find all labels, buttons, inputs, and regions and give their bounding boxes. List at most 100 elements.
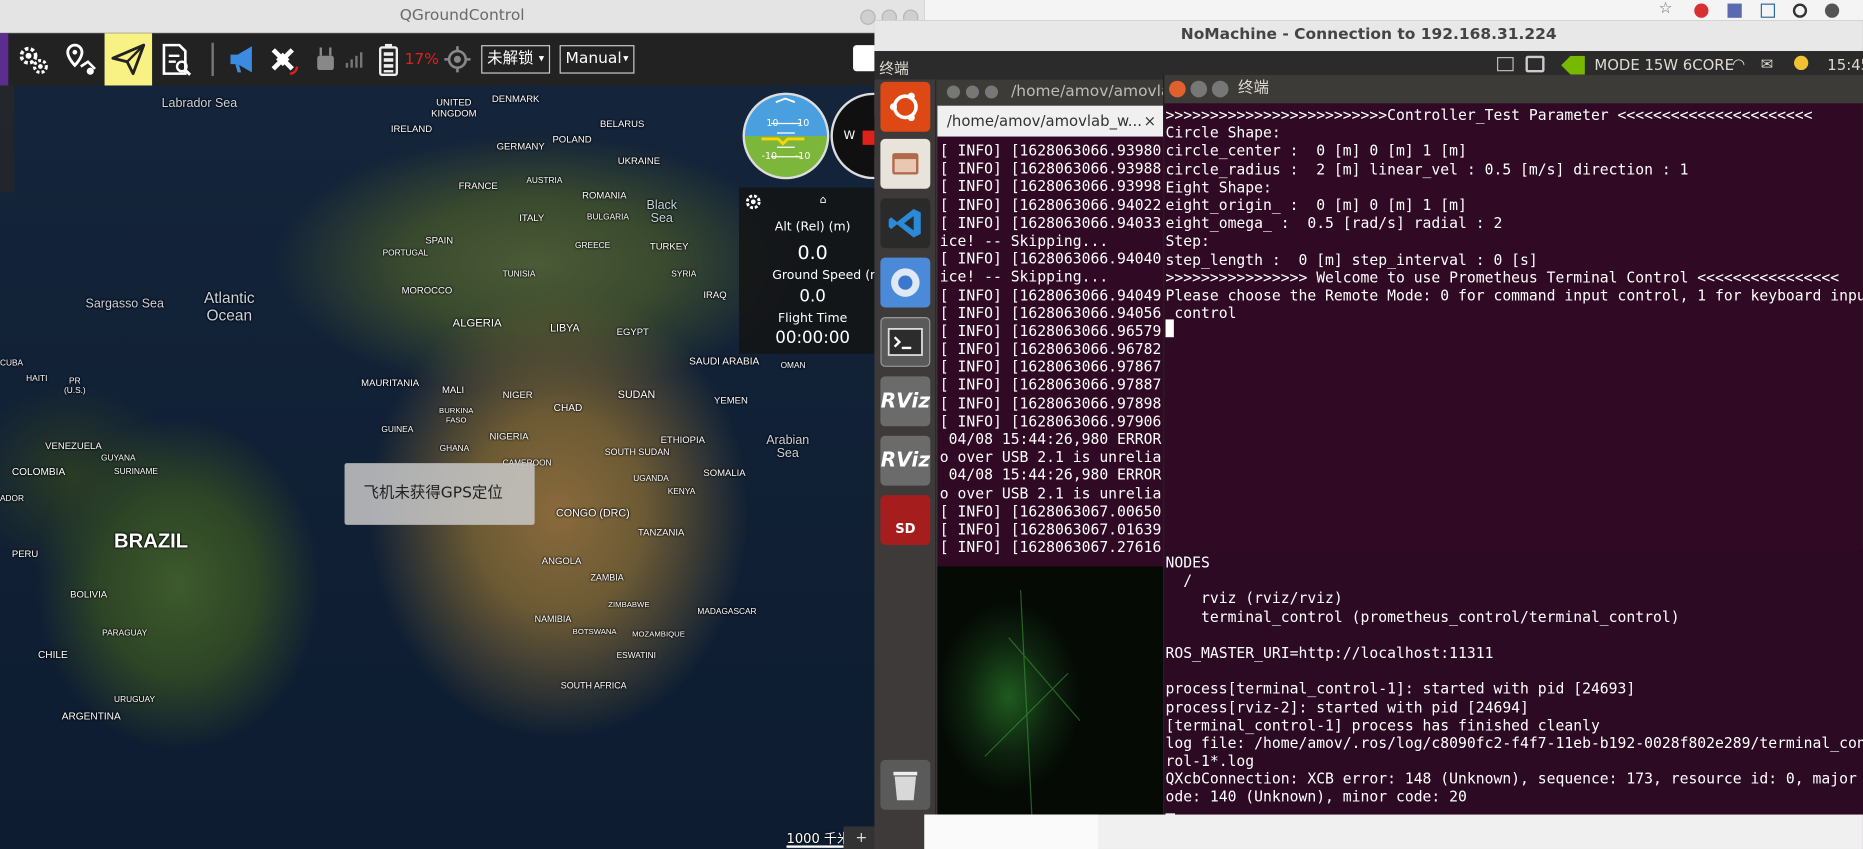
ubuntu-launcher: RViz RViz SD — [874, 79, 937, 849]
battery-icon[interactable] — [375, 33, 401, 85]
terminal-1-tab[interactable]: /home/amov/amovlab_w... × — [937, 105, 1164, 137]
adblock-icon[interactable] — [1694, 3, 1709, 18]
terminal-line: [ INFO] [1628063066.97887 — [939, 375, 1162, 394]
terminal-line: 04/08 15:44:26,980 ERROR — [939, 465, 1162, 484]
analyze-icon[interactable] — [154, 33, 197, 85]
compass-w-label: W — [843, 129, 856, 143]
map-label: ADOR — [0, 495, 25, 504]
files-icon[interactable] — [880, 138, 931, 189]
terminal-line: 04/08 15:44:26,980 ERROR — [939, 429, 1162, 448]
map-left-panel[interactable] — [0, 85, 15, 193]
map-label: PORTUGAL — [382, 249, 429, 258]
toolbar-separator — [211, 42, 214, 76]
nvidia-icon[interactable] — [1561, 55, 1585, 75]
gps-satellite-icon[interactable] — [264, 33, 302, 85]
maximize-button[interactable] — [1211, 80, 1229, 98]
map-label: GUYANA — [100, 454, 136, 464]
terminal-1-output: [ INFO] [1628063066.93980 [ INFO] [162806… — [940, 141, 1163, 580]
background-panel — [924, 814, 1098, 849]
map-label: UNITED KINGDOM — [431, 97, 477, 119]
rviz-view[interactable] — [937, 566, 1164, 849]
terminal-line: [ INFO] [1628063066.93980 — [939, 141, 1162, 160]
map-label: NIGERIA — [489, 431, 529, 442]
vscode-icon[interactable] — [880, 198, 931, 249]
extension-icon[interactable] — [1824, 3, 1840, 18]
pitch-label-bottom: -10 — [761, 150, 778, 162]
extension-icon[interactable] — [1727, 3, 1742, 18]
map-label: IRELAND — [390, 123, 433, 135]
terminal-2-lower-pane[interactable]: NODES / rviz (rviz/rviz) terminal_contro… — [1164, 549, 1863, 849]
chromium-icon[interactable] — [880, 257, 931, 308]
plan-waypoint-icon[interactable] — [57, 33, 105, 85]
map-label: CHILE — [38, 648, 68, 661]
rtk-crosshair-icon[interactable] — [441, 33, 474, 85]
maximize-button[interactable] — [984, 85, 999, 99]
fly-view-icon[interactable] — [104, 33, 153, 86]
map-label: SURINAME — [114, 467, 158, 477]
battery-percent: 17% — [404, 50, 439, 69]
terminal-line: log file: /home/amov/.ros/log/c8090fc2-f… — [1165, 733, 1863, 752]
rviz-icon[interactable]: RViz — [880, 435, 931, 486]
mail-icon[interactable]: ✉ — [1761, 55, 1773, 73]
close-button[interactable] — [946, 85, 960, 99]
messages-megaphone-icon[interactable] — [223, 33, 263, 85]
minimize-button[interactable] — [860, 9, 876, 25]
terminal-line: QXcbConnection: XCB error: 148 (Unknown)… — [1165, 769, 1857, 788]
terminal-line: [ INFO] [1628063066.97898 — [939, 393, 1162, 412]
map-label: Atlantic Ocean — [203, 288, 255, 325]
map-label: TURKEY — [649, 241, 689, 252]
terminal-line: [ INFO] [1628063066.94033 — [939, 213, 1162, 232]
terminal-window-1[interactable]: /home/amov/amovlab /home/amov/amovlab_w.… — [937, 79, 1180, 849]
extension-icon[interactable] — [1792, 3, 1808, 18]
flight-mode-dropdown[interactable]: Manual ▾ — [559, 45, 635, 74]
map-label: MOZAMBIQUE — [632, 630, 685, 639]
sd-card-icon[interactable]: SD — [880, 495, 931, 546]
terminal-line: [ INFO] [1628063066.94040 — [939, 249, 1162, 268]
terminal-1-tab-label: /home/amov/amovlab_w... — [946, 111, 1142, 130]
chevron-down-icon: ▾ — [623, 53, 629, 66]
map-label: KENYA — [667, 488, 696, 497]
ubuntu-dash-icon[interactable] — [880, 81, 931, 132]
clock[interactable]: 15:45 — [1827, 56, 1863, 74]
map-label: GHANA — [439, 445, 470, 454]
terminal-window-2[interactable]: 终端 >>>>>>>>>>>>>>>>>>>>>>>>>Controller_T… — [1163, 74, 1863, 849]
map-label: CHAD — [553, 401, 583, 414]
values-lock-icon[interactable]: ⌂ — [820, 195, 827, 207]
terminal-line: circle_radius : 2 [m] linear_vel : 0.5 [… — [1165, 159, 1689, 178]
terminal-2-title-bar: 终端 — [1164, 74, 1863, 104]
power-mode-label[interactable]: MODE 15W 6CORE — [1594, 56, 1734, 74]
minimize-button[interactable] — [965, 85, 979, 99]
map-label: Arabian Sea — [766, 433, 810, 461]
minimize-button[interactable] — [1190, 80, 1208, 98]
values-settings-icon[interactable] — [744, 192, 763, 215]
indicator-icon[interactable] — [1525, 55, 1545, 73]
terminal-line: NODES — [1165, 553, 1210, 572]
logo-strip — [0, 33, 9, 86]
star-icon[interactable]: ☆ — [1659, 0, 1673, 18]
wifi-icon[interactable]: ◠ — [1732, 55, 1745, 73]
terminal-icon[interactable] — [880, 317, 931, 367]
rviz-icon[interactable]: RViz — [880, 376, 931, 427]
terminal-line: rviz (rviz/rviz) — [1165, 589, 1343, 608]
ground-speed-value: 0.0 — [799, 287, 826, 307]
alt-label: Alt (Rel) (m) — [774, 219, 851, 234]
close-tab-icon[interactable]: × — [1144, 106, 1156, 137]
terminal-line: terminal_control (prometheus_control/ter… — [1165, 607, 1680, 626]
map-label: MOROCCO — [401, 284, 453, 296]
map-label: BOTSWANA — [572, 628, 617, 637]
sound-icon[interactable] — [1794, 55, 1809, 71]
pitch-label-top: 10 — [797, 117, 810, 129]
values-widget[interactable]: ⌂ Alt (Rel) (m) 0.0 Ground Speed (m 0.0 … — [738, 187, 879, 354]
trash-icon[interactable] — [880, 759, 931, 810]
keyboard-icon[interactable] — [1497, 56, 1514, 72]
extension-icon[interactable] — [1760, 3, 1776, 18]
close-button[interactable] — [1169, 80, 1186, 98]
arm-status-dropdown[interactable]: 未解锁 ▾ — [481, 45, 551, 74]
terminal-line: Please choose the Remote Mode: 0 for com… — [1165, 286, 1863, 304]
settings-gear-icon[interactable] — [12, 33, 55, 85]
map-label: NAMIBIA — [534, 613, 572, 625]
map-label: Labrador Sea — [161, 96, 238, 111]
rc-transmitter-icon[interactable] — [311, 33, 340, 85]
map-label: PR (U.S.) — [63, 377, 86, 396]
terminal-line: eight_origin_ : 0 [m] 0 [m] 1 [m] — [1165, 195, 1467, 214]
